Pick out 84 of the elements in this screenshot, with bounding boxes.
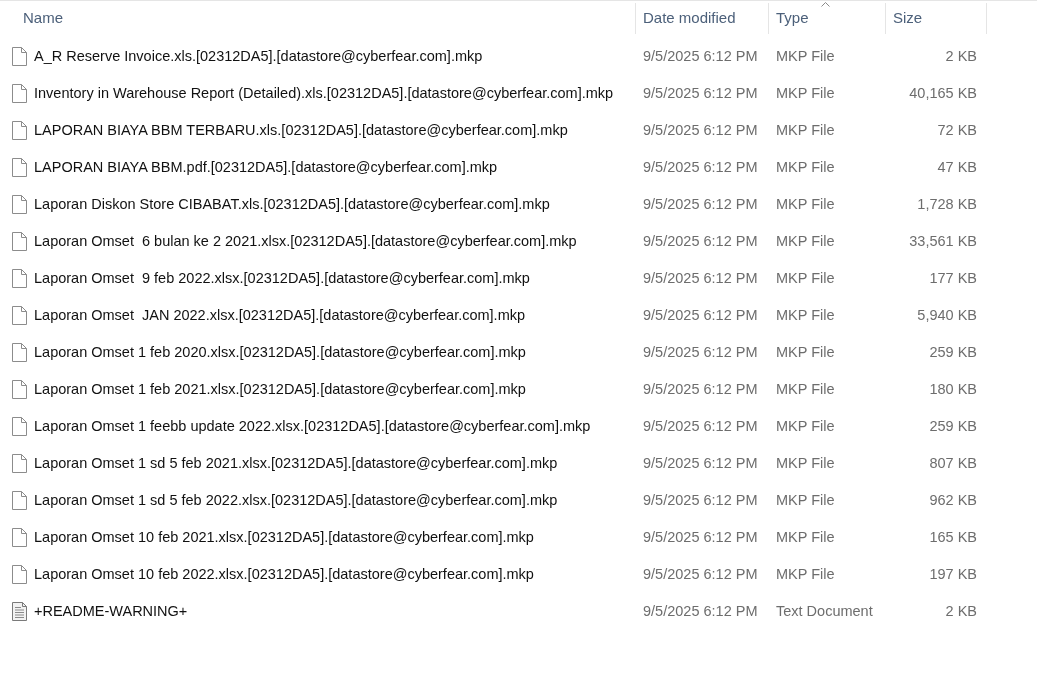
blank-file-icon	[12, 84, 27, 103]
file-size-text: 197 KB	[929, 564, 977, 584]
file-type-text: MKP File	[776, 564, 835, 584]
file-name[interactable]: Laporan Omset 6 bulan ke 2 2021.xlsx.[02312DA5].[datastore@cyberfear.com].mkp	[34, 230, 577, 253]
date-modified-text: 9/5/2025 6:12 PM	[643, 46, 758, 66]
blank-file-icon	[12, 343, 27, 362]
file-size-text: 5,940 KB	[917, 305, 977, 325]
file-name[interactable]: +README-WARNING+	[34, 600, 188, 623]
file-size-text: 72 KB	[937, 120, 977, 140]
date-modified-text: 9/5/2025 6:12 PM	[643, 601, 758, 621]
file-type-text: MKP File	[776, 453, 835, 473]
blank-file-icon	[12, 158, 27, 177]
blank-file-icon	[12, 269, 27, 288]
file-type-text: MKP File	[776, 120, 835, 140]
blank-file-icon	[12, 454, 27, 473]
file-size-text: 47 KB	[937, 157, 977, 177]
file-name[interactable]: Laporan Omset 1 feb 2021.xlsx.[02312DA5].[datastore@cyberfear.com].mkp	[34, 378, 526, 401]
file-type-text: MKP File	[776, 342, 835, 362]
file-size-text: 259 KB	[929, 342, 977, 362]
date-modified-text: 9/5/2025 6:12 PM	[643, 231, 758, 251]
file-name[interactable]: Laporan Omset 1 sd 5 feb 2021.xlsx.[02312DA5].[datastore@cyberfear.com].mkp	[34, 452, 558, 475]
column-header[interactable]: Type	[769, 2, 886, 34]
file-name[interactable]: Laporan Omset 1 feb 2020.xlsx.[02312DA5].[datastore@cyberfear.com].mkp	[34, 341, 526, 364]
file-size-text: 807 KB	[929, 453, 977, 473]
file-size-text: 2 KB	[945, 46, 977, 66]
file-type-text: MKP File	[776, 268, 835, 288]
date-modified-text: 9/5/2025 6:12 PM	[643, 416, 758, 436]
date-modified-text: 9/5/2025 6:12 PM	[643, 564, 758, 584]
file-type-text: Text Document	[776, 601, 873, 621]
date-modified-text: 9/5/2025 6:12 PM	[643, 120, 758, 140]
file-type-text: MKP File	[776, 490, 835, 510]
blank-file-icon	[12, 121, 27, 140]
file-type-text: MKP File	[776, 194, 835, 214]
blank-file-icon	[12, 491, 27, 510]
file-size-text: 1,728 KB	[917, 194, 977, 214]
file-name[interactable]: Laporan Diskon Store CIBABAT.xls.[02312DA5].[datastore@cyberfear.com].mkp	[34, 193, 550, 216]
file-type-text: MKP File	[776, 83, 835, 103]
file-size-text: 40,165 KB	[909, 83, 977, 103]
blank-file-icon	[12, 380, 27, 399]
file-type-text: MKP File	[776, 157, 835, 177]
file-size-text: 33,561 KB	[909, 231, 977, 251]
file-size-text: 177 KB	[929, 268, 977, 288]
file-name[interactable]: A_R Reserve Invoice.xls.[02312DA5].[datastore@cyberfear.com].mkp	[34, 45, 483, 68]
date-modified-text: 9/5/2025 6:12 PM	[643, 194, 758, 214]
file-type-text: MKP File	[776, 416, 835, 436]
file-size-text: 2 KB	[945, 601, 977, 621]
date-modified-text: 9/5/2025 6:12 PM	[643, 268, 758, 288]
file-name[interactable]: Laporan Omset JAN 2022.xlsx.[02312DA5].[datastore@cyberfear.com].mkp	[34, 304, 526, 327]
file-size-text: 259 KB	[929, 416, 977, 436]
file-type-text: MKP File	[776, 305, 835, 325]
date-modified-text: 9/5/2025 6:12 PM	[643, 305, 758, 325]
blank-file-icon	[12, 195, 27, 214]
date-modified-text: 9/5/2025 6:12 PM	[643, 83, 758, 103]
file-name[interactable]: Laporan Omset 1 feebb update 2022.xlsx.[02312DA5].[datastore@cyberfear.com].mkp	[34, 415, 591, 438]
file-type-text: MKP File	[776, 231, 835, 251]
file-name[interactable]: Laporan Omset 9 feb 2022.xlsx.[02312DA5].[datastore@cyberfear.com].mkp	[34, 267, 530, 290]
file-size-text: 962 KB	[929, 490, 977, 510]
date-modified-text: 9/5/2025 6:12 PM	[643, 490, 758, 510]
blank-file-icon	[12, 417, 27, 436]
file-name[interactable]: Inventory in Warehouse Report (Detailed).xls.[02312DA5].[datastore@cyberfear.com].mkp	[34, 82, 614, 105]
file-type-text: MKP File	[776, 527, 835, 547]
file-name[interactable]: Laporan Omset 1 sd 5 feb 2022.xlsx.[02312DA5].[datastore@cyberfear.com].mkp	[34, 489, 558, 512]
file-type-text: MKP File	[776, 46, 835, 66]
column-header[interactable]: Name	[0, 2, 636, 34]
date-modified-text: 9/5/2025 6:12 PM	[643, 342, 758, 362]
text-document-icon	[12, 602, 27, 621]
file-name[interactable]: LAPORAN BIAYA BBM TERBARU.xls.[02312DA5].[datastore@cyberfear.com].mkp	[34, 119, 568, 142]
date-modified-text: 9/5/2025 6:12 PM	[643, 527, 758, 547]
file-name[interactable]: LAPORAN BIAYA BBM.pdf.[02312DA5].[datastore@cyberfear.com].mkp	[34, 156, 498, 179]
date-modified-text: 9/5/2025 6:12 PM	[643, 157, 758, 177]
date-modified-text: 9/5/2025 6:12 PM	[643, 453, 758, 473]
file-size-text: 180 KB	[929, 379, 977, 399]
file-name[interactable]: Laporan Omset 10 feb 2021.xlsx.[02312DA5].[datastore@cyberfear.com].mkp	[34, 526, 534, 549]
date-modified-text: 9/5/2025 6:12 PM	[643, 379, 758, 399]
blank-file-icon	[12, 528, 27, 547]
file-type-text: MKP File	[776, 379, 835, 399]
blank-file-icon	[12, 306, 27, 325]
column-header[interactable]: Size	[886, 2, 987, 34]
blank-file-icon	[12, 47, 27, 66]
file-size-text: 165 KB	[929, 527, 977, 547]
blank-file-icon	[12, 232, 27, 251]
blank-file-icon	[12, 565, 27, 584]
column-header[interactable]: Date modified	[636, 2, 769, 34]
file-name[interactable]: Laporan Omset 10 feb 2022.xlsx.[02312DA5].[datastore@cyberfear.com].mkp	[34, 563, 534, 586]
